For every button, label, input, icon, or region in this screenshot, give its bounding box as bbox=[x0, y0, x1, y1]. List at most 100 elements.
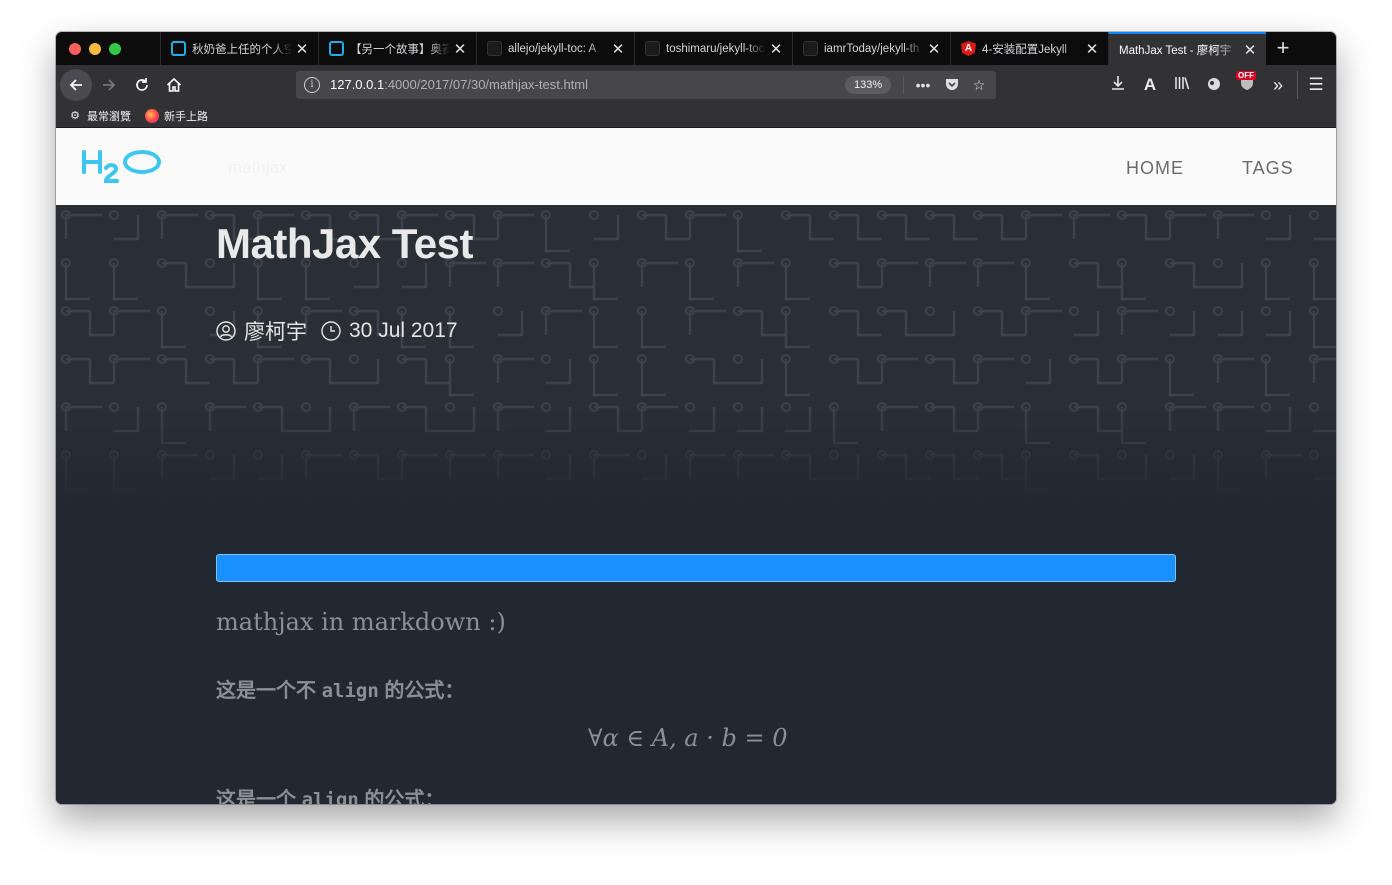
tab-1[interactable]: 秋奶爸上任的个人空 ✕ bbox=[160, 32, 318, 65]
circuit-trace bbox=[976, 357, 1014, 383]
hero-fade bbox=[56, 405, 1336, 505]
home-button[interactable] bbox=[158, 69, 190, 101]
window-zoom-button[interactable] bbox=[109, 43, 121, 55]
url-bar[interactable]: i 127.0.0.1:4000/2017/07/30/mathjax-test… bbox=[296, 71, 996, 99]
window-close-button[interactable] bbox=[69, 43, 81, 55]
circuit-node bbox=[1261, 210, 1271, 220]
back-button[interactable] bbox=[60, 69, 92, 101]
circuit-trace bbox=[1266, 311, 1292, 337]
hamburger-menu-icon[interactable]: ☰ bbox=[1305, 74, 1327, 96]
circuit-trace bbox=[1024, 309, 1062, 335]
close-icon[interactable]: ✕ bbox=[1240, 41, 1260, 59]
circuit-trace bbox=[786, 213, 834, 241]
circuit-trace bbox=[256, 357, 294, 383]
circuit-trace bbox=[738, 359, 764, 385]
reload-button[interactable] bbox=[126, 69, 158, 101]
reader-font-icon[interactable]: A bbox=[1139, 74, 1161, 96]
tab-3[interactable]: allejo/jekyll-toc: A ✕ bbox=[476, 32, 634, 65]
circuit-trace bbox=[1074, 311, 1100, 337]
tab-7-active[interactable]: MathJax Test - 廖柯宇 ✕ bbox=[1108, 32, 1266, 65]
tab-title: allejo/jekyll-toc: A bbox=[508, 42, 597, 55]
forward-button[interactable] bbox=[93, 69, 125, 101]
tab-title: toshimaru/jekyll-toc bbox=[666, 42, 765, 55]
circuit-trace bbox=[642, 213, 690, 241]
circuit-trace bbox=[690, 357, 738, 385]
circuit-trace bbox=[162, 261, 210, 289]
library-icon[interactable] bbox=[1171, 74, 1193, 96]
close-icon[interactable]: ✕ bbox=[766, 40, 786, 58]
circuit-trace bbox=[546, 359, 572, 385]
bookmark-getting-started[interactable]: 新手上路 bbox=[145, 108, 208, 124]
extension-icon[interactable] bbox=[1203, 74, 1225, 96]
circuit-trace bbox=[402, 357, 450, 385]
overflow-chevron-icon[interactable]: » bbox=[1267, 74, 1289, 96]
site-header: mathjax HOME TAGS bbox=[56, 128, 1336, 205]
pocket-icon[interactable] bbox=[942, 76, 962, 94]
circuit-trace bbox=[64, 213, 102, 239]
circuit-trace bbox=[1218, 311, 1244, 337]
window-minimize-button[interactable] bbox=[89, 43, 101, 55]
circuit-trace bbox=[640, 359, 666, 397]
circuit-node bbox=[205, 258, 215, 268]
tab-4[interactable]: toshimaru/jekyll-toc ✕ bbox=[634, 32, 792, 65]
close-icon[interactable]: ✕ bbox=[450, 40, 470, 58]
gear-icon: ⚙ bbox=[70, 110, 80, 122]
circuit-node bbox=[1069, 306, 1079, 316]
download-icon[interactable] bbox=[1107, 74, 1129, 96]
circuit-trace bbox=[1074, 357, 1122, 385]
arrow-right-icon bbox=[103, 79, 116, 91]
bookmarks-toolbar: ⚙ 最常瀏覽 新手上路 bbox=[56, 104, 1336, 128]
post-intro: mathjax in markdown :) bbox=[216, 608, 506, 636]
inline-code: align bbox=[321, 680, 379, 702]
para-text: 这是一个不 bbox=[216, 680, 322, 702]
url-text[interactable]: 127.0.0.1:4000/2017/07/30/mathjax-test.h… bbox=[330, 77, 588, 92]
nav-home-link[interactable]: HOME bbox=[1126, 158, 1184, 179]
tab-5[interactable]: iamrToday/jekyll-th ✕ bbox=[792, 32, 950, 65]
circuit-trace bbox=[738, 309, 786, 337]
circuit-trace bbox=[640, 261, 678, 287]
close-icon[interactable]: ✕ bbox=[292, 40, 312, 58]
new-tab-button[interactable]: + bbox=[1270, 35, 1296, 61]
circuit-trace bbox=[66, 309, 114, 337]
circuit-trace bbox=[976, 261, 1014, 287]
circuit-trace bbox=[594, 215, 620, 241]
circuit-trace bbox=[210, 357, 258, 385]
circuit-trace bbox=[784, 359, 810, 397]
h2o-logo[interactable] bbox=[80, 146, 164, 186]
close-icon[interactable]: ✕ bbox=[1082, 40, 1102, 58]
tab-title: 【另一个故事】奥赛 bbox=[350, 43, 450, 56]
circuit-trace bbox=[880, 357, 918, 383]
tab-strip: 秋奶爸上任的个人空 ✕ 【另一个故事】奥赛 ✕ allejo/jekyll-to… bbox=[56, 32, 1336, 65]
github-icon bbox=[487, 41, 502, 56]
circuit-trace bbox=[834, 261, 882, 289]
circuit-trace bbox=[1024, 213, 1062, 239]
github-icon bbox=[645, 41, 660, 56]
circuit-trace bbox=[688, 263, 714, 301]
circuit-trace bbox=[1122, 213, 1170, 241]
circuit-trace bbox=[498, 311, 524, 337]
circuit-trace bbox=[496, 261, 534, 287]
info-icon[interactable]: i bbox=[304, 77, 320, 93]
circuit-trace bbox=[930, 311, 956, 337]
reload-icon bbox=[136, 78, 148, 91]
bookmark-star-icon[interactable]: ☆ bbox=[969, 76, 989, 94]
circuit-trace bbox=[784, 263, 810, 301]
tab-6[interactable]: A 4-安装配置Jekyll ✕ bbox=[950, 32, 1108, 65]
close-icon[interactable]: ✕ bbox=[608, 40, 628, 58]
circuit-trace bbox=[64, 263, 90, 301]
page-actions-icon[interactable]: ••• bbox=[913, 76, 933, 94]
tab-2[interactable]: 【另一个故事】奥赛 ✕ bbox=[318, 32, 476, 65]
bookmark-most-visited[interactable]: ⚙ 最常瀏覽 bbox=[68, 108, 131, 124]
close-icon[interactable]: ✕ bbox=[924, 40, 944, 58]
progress-bar bbox=[216, 554, 1176, 582]
post-author[interactable]: 廖柯宇 bbox=[244, 316, 307, 346]
circuit-trace bbox=[1170, 261, 1218, 289]
site-subtitle: mathjax bbox=[228, 158, 288, 177]
circuit-trace bbox=[784, 311, 810, 349]
nav-tags-link[interactable]: TAGS bbox=[1242, 158, 1294, 179]
circuit-node bbox=[1021, 354, 1031, 364]
zoom-indicator[interactable]: 133% bbox=[845, 76, 892, 94]
tab-title: iamrToday/jekyll-th bbox=[824, 42, 920, 55]
post-hero: MathJax Test 廖柯宇 30 Jul 2017 bbox=[56, 205, 1336, 505]
circuit-trace bbox=[544, 309, 582, 335]
